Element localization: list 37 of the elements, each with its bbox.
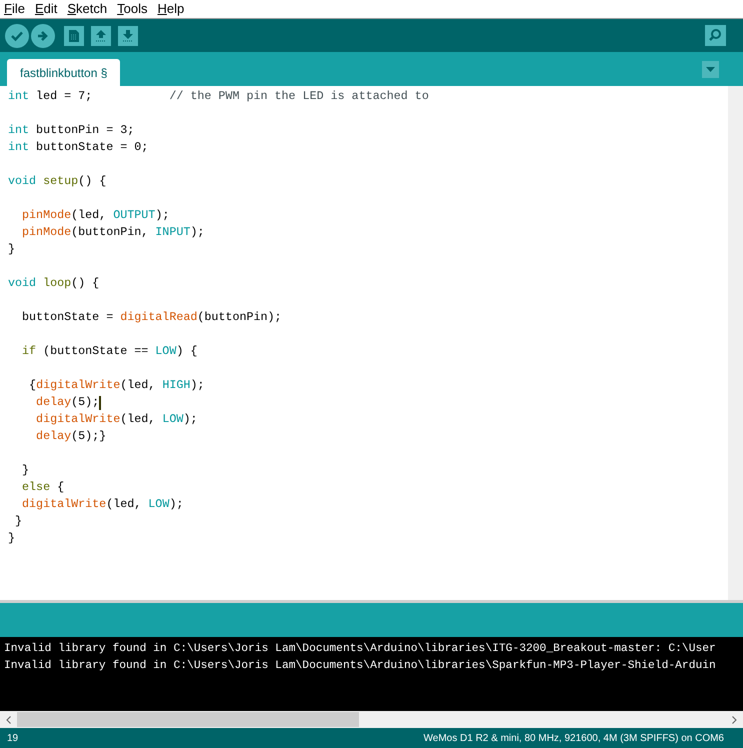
scroll-left-icon[interactable] — [6, 716, 11, 724]
menu-item[interactable]: Tools — [117, 0, 148, 19]
code-line: delay(5);} — [35, 428, 106, 445]
checkmark-icon[interactable] — [5, 24, 29, 48]
code-line: buttonState = digitalRead(buttonPin); — [21, 309, 282, 326]
code-line: pinMode(buttonPin, INPUT); — [21, 224, 204, 241]
file-tab[interactable]: fastblinkbutton § — [7, 59, 120, 86]
code-line: } — [8, 241, 16, 258]
code-line: digitalWrite(led, LOW); — [35, 411, 198, 428]
code-line: int buttonState = 0; — [8, 139, 148, 156]
document-icon[interactable] — [64, 26, 84, 46]
line-number: 19 — [7, 732, 18, 746]
console-line: Invalid library found in C:\Users\Joris Lam\Documents\Arduino\libraries\ITG-3200_Breakout-master: C:\User — [4, 642, 716, 657]
board-info: WeMos D1 R2 & mini, 80 MHz, 921600, 4M (3M SPIFFS) on COM6 — [424, 732, 724, 746]
menu-item[interactable]: Sketch — [67, 0, 108, 19]
code-line: else { — [21, 479, 64, 496]
code-line: } — [14, 513, 22, 530]
code-line: delay(5); — [35, 394, 102, 411]
code-line: void loop() { — [8, 275, 100, 292]
scroll-right-icon[interactable] — [732, 716, 737, 724]
code-line: } — [8, 530, 16, 547]
code-line: {digitalWrite(led, HIGH); — [28, 377, 204, 394]
code-line: if (buttonState == LOW) { — [21, 343, 198, 360]
code-line: int led = 7; // the PWM pin the LED is attached to — [8, 88, 429, 105]
code-line: pinMode(led, OUTPUT); — [21, 207, 170, 224]
code-line: int buttonPin = 3; — [8, 122, 134, 139]
scrollbar-thumb[interactable] — [17, 712, 359, 727]
menu-item[interactable]: Help — [157, 0, 184, 19]
console-line: Invalid library found in C:\Users\Joris Lam\Documents\Arduino\libraries\Sparkfun-MP3-Player-Shield-Arduin — [4, 658, 716, 674]
code-line: void setup() { — [8, 173, 106, 190]
menu-item[interactable]: Edit — [34, 0, 58, 19]
code-line: digitalWrite(led, LOW); — [21, 496, 184, 513]
code-line: } — [21, 462, 30, 479]
tab-menu-caret-icon[interactable] — [702, 60, 719, 78]
serial-monitor-search-icon[interactable] — [705, 25, 726, 46]
horizontal-scrollbar[interactable] — [0, 711, 743, 728]
menu-item[interactable]: File — [4, 0, 25, 19]
